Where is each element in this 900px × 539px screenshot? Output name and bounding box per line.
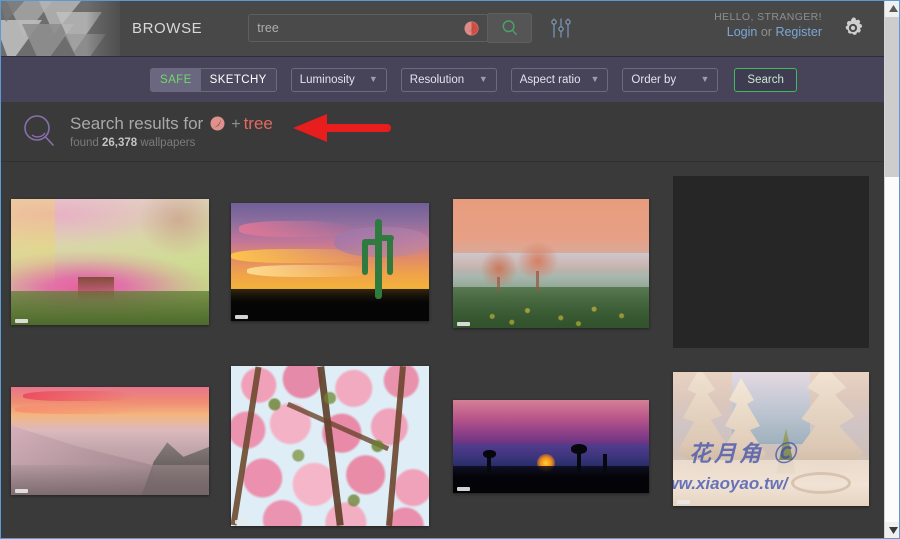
chevron-down-icon: ▼ <box>590 74 600 84</box>
dropdown-aspect-ratio[interactable]: Aspect ratio ▼ <box>510 67 609 92</box>
results-title: Search results for + tree <box>70 114 273 134</box>
dropdown-order-by-label: Order by <box>631 73 677 86</box>
wallpaper-thumb-2[interactable] <box>231 203 429 321</box>
results-text-block: Search results for + tree found 26,378 w… <box>70 114 273 149</box>
triangle-up-icon <box>888 5 898 12</box>
thumb-badge <box>235 520 248 524</box>
wallpaper-thumb-4[interactable] <box>673 176 869 348</box>
results-header: Search results for + tree found 26,378 w… <box>0 102 884 162</box>
advanced-filters-button[interactable] <box>548 14 574 42</box>
search-area <box>248 13 574 43</box>
chevron-down-icon: ▼ <box>478 74 488 84</box>
wallpaper-thumb-5[interactable] <box>11 387 209 495</box>
or-separator: or <box>760 25 772 40</box>
watermark-url: http://www.xiaoyao.tw/ <box>673 474 788 493</box>
sliders-icon <box>551 18 572 38</box>
site-header: BROWSE tree HELLO, STRANGER! Login or Re… <box>0 0 884 56</box>
thumb-badge <box>677 500 690 504</box>
register-link[interactable]: Register <box>775 25 822 39</box>
user-account-area: HELLO, STRANGER! Login or Register <box>714 10 822 41</box>
auth-links: Login or Register <box>714 24 822 41</box>
login-link[interactable]: Login <box>727 25 758 39</box>
wallpaper-thumb-8[interactable]: 花月角 Ⓒ http://www.xiaoyao.tw/ <box>673 372 869 506</box>
dropdown-luminosity-label: Luminosity <box>299 73 355 86</box>
site-logo[interactable] <box>0 0 120 56</box>
results-plus-sign: + <box>231 115 241 133</box>
wallpaper-thumb-3[interactable] <box>453 199 649 328</box>
scroll-up-button[interactable] <box>885 0 900 17</box>
thumb-badge <box>15 319 28 323</box>
purity-sketchy-button[interactable]: SKETCHY <box>200 68 276 91</box>
filter-bar: SAFE SKETCHY Luminosity ▼ Resolution ▼ A… <box>0 56 884 102</box>
found-suffix: wallpapers <box>140 137 196 150</box>
thumb-badge <box>457 322 470 326</box>
greeting-text: HELLO, STRANGER! <box>714 11 822 23</box>
chevron-down-icon: ▼ <box>700 74 710 84</box>
triangle-down-icon <box>888 527 898 534</box>
thumb-badge <box>457 487 470 491</box>
watermark-logo: 花月角 Ⓒ <box>689 441 799 466</box>
dropdown-resolution[interactable]: Resolution ▼ <box>400 67 497 92</box>
results-title-prefix: Search results for <box>70 113 204 133</box>
filter-search-button[interactable]: Search <box>734 67 797 92</box>
thumb-badge <box>15 489 28 493</box>
purity-circle-icon[interactable] <box>464 21 479 36</box>
results-count: found 26,378 wallpapers <box>70 137 273 149</box>
dropdown-aspect-ratio-label: Aspect ratio <box>519 73 581 86</box>
scrollbar-thumb[interactable] <box>885 17 900 177</box>
purity-circle-icon <box>210 116 225 131</box>
scroll-down-button[interactable] <box>885 522 900 539</box>
search-submit-button[interactable] <box>488 13 533 43</box>
wallpaper-grid: 花月角 Ⓒ http://www.xiaoyao.tw/ <box>0 163 884 539</box>
search-icon <box>502 20 517 36</box>
wallpaper-thumb-7[interactable] <box>453 400 649 493</box>
results-search-icon <box>20 112 60 152</box>
found-count: 26,378 <box>101 137 138 150</box>
page-scrollbar[interactable] <box>884 0 900 539</box>
browse-nav-link[interactable]: BROWSE <box>132 20 202 37</box>
dropdown-luminosity[interactable]: Luminosity ▼ <box>290 67 387 92</box>
found-prefix: found <box>70 137 99 150</box>
dropdown-order-by[interactable]: Order by ▼ <box>622 67 719 92</box>
wallpaper-thumb-6[interactable] <box>231 366 429 526</box>
search-box[interactable] <box>248 14 489 42</box>
dropdown-resolution-label: Resolution <box>409 73 465 86</box>
wallpaper-thumb-1[interactable] <box>11 199 209 325</box>
thumb-badge <box>235 315 248 319</box>
chevron-down-icon: ▼ <box>368 74 378 84</box>
purity-toggle-group: SAFE SKETCHY <box>150 67 277 92</box>
settings-button[interactable] <box>839 14 867 42</box>
search-input[interactable] <box>249 15 440 41</box>
purity-safe-button[interactable]: SAFE <box>151 68 201 91</box>
wallhaven-logo-icon <box>0 0 120 56</box>
results-keyword: tree <box>243 113 273 133</box>
gear-icon <box>845 17 863 35</box>
browser-viewport: BROWSE tree HELLO, STRANGER! Login or Re… <box>0 0 900 539</box>
